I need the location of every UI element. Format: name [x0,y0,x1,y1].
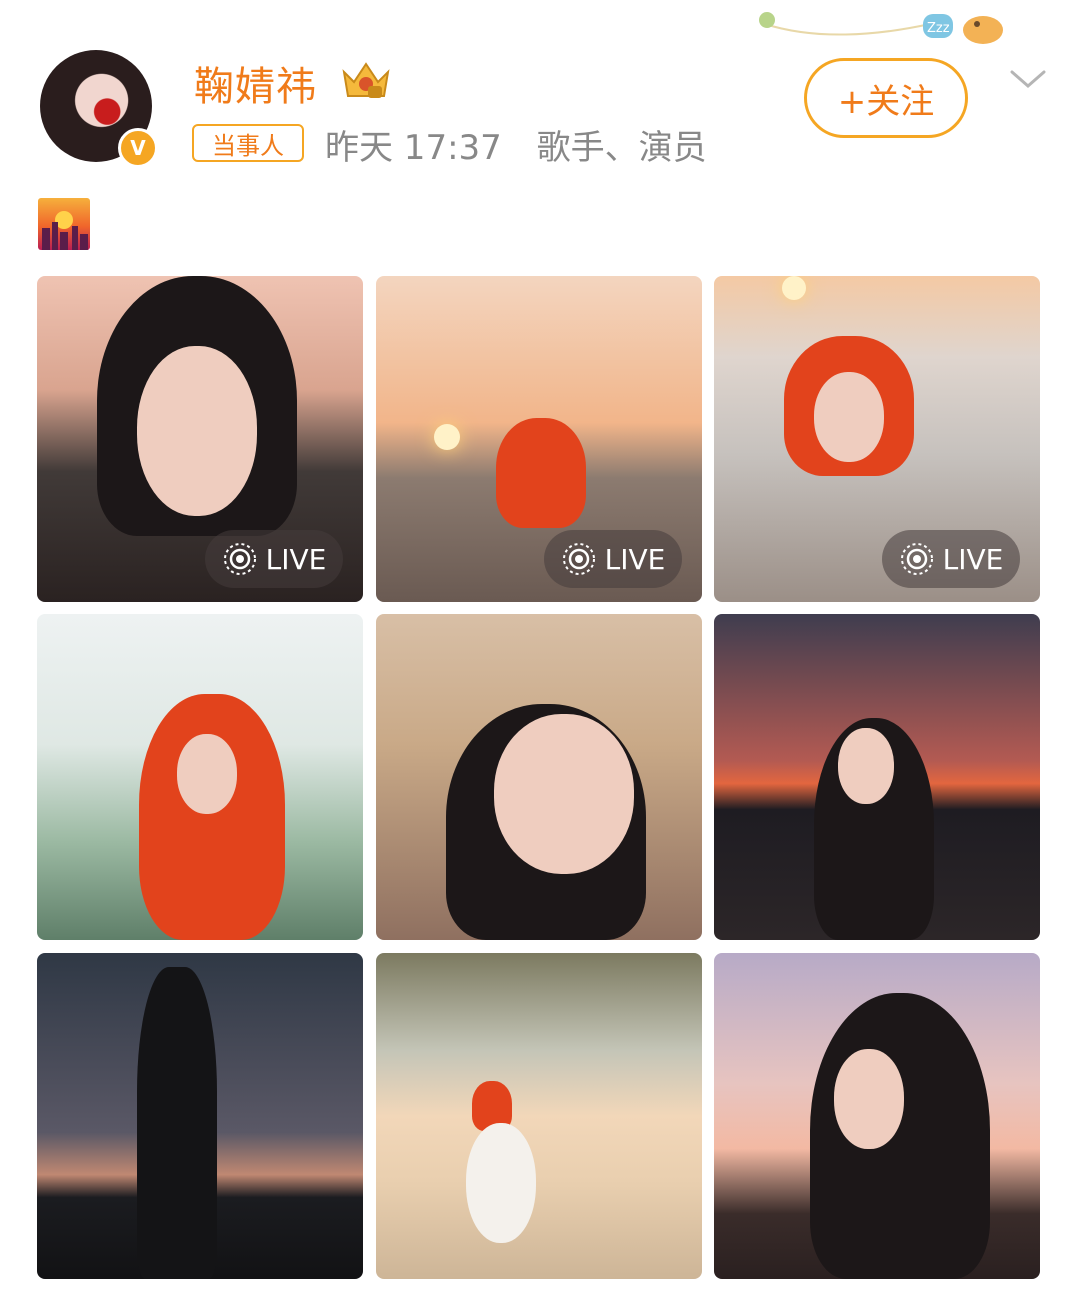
live-photo-badge: LIVE [882,530,1020,588]
sunset-emoji-icon [38,198,90,250]
live-photo-badge: LIVE [205,530,343,588]
photo-subject [137,967,217,1279]
sleeping-cat-decoration-icon: Zzz [759,12,1003,44]
live-photo-icon [900,543,933,575]
live-label: LIVE [942,542,1004,576]
photo-thumbnail[interactable] [376,614,702,940]
photo-subject [139,694,285,940]
sun-shape [434,424,460,450]
photo-thumbnail[interactable] [37,614,363,940]
live-photo-icon [562,543,595,575]
crown-badge-icon[interactable] [338,58,394,102]
photo-subject-face [834,1049,904,1149]
photo-thumbnail[interactable]: LIVE [714,276,1040,602]
username[interactable]: 鞠婧祎 [194,54,317,112]
live-label: LIVE [604,542,666,576]
live-label: LIVE [265,542,327,576]
photo-subject-face [177,734,237,814]
photo-subject-face [137,346,257,516]
photo-thumbnail[interactable] [37,953,363,1279]
follow-button[interactable]: +关注 [804,58,968,138]
live-photo-badge: LIVE [544,530,682,588]
photo-subject-dress [466,1123,536,1243]
live-photo-icon [223,543,256,575]
occupation: 歌手、演员 [536,128,707,168]
sun-shape [782,276,806,300]
verified-badge-icon: V [118,128,158,168]
timestamp: 昨天 17:37 [325,128,502,168]
photo-thumbnail[interactable]: LIVE [37,276,363,602]
chevron-down-icon[interactable] [1008,64,1048,94]
photo-thumbnail[interactable] [714,614,1040,940]
photo-thumbnail[interactable] [714,953,1040,1279]
photo-thumbnail[interactable] [376,953,702,1279]
party-tag: 当事人 [192,124,304,162]
weibo-post-card: Zzz V 鞠婧祎 当事人 昨天 17:37 歌手、演员 +关注 LIVE LI… [0,0,1080,1294]
photo-thumbnail[interactable]: LIVE [376,276,702,602]
photo-subject-face [814,372,884,462]
photo-subject-face [838,728,894,804]
photo-subject [496,418,586,528]
svg-text:Zzz: Zzz [927,21,950,36]
photo-subject-face [494,714,634,874]
photo-subject [810,993,990,1279]
post-meta: 昨天 17:37 歌手、演员 [325,120,731,169]
